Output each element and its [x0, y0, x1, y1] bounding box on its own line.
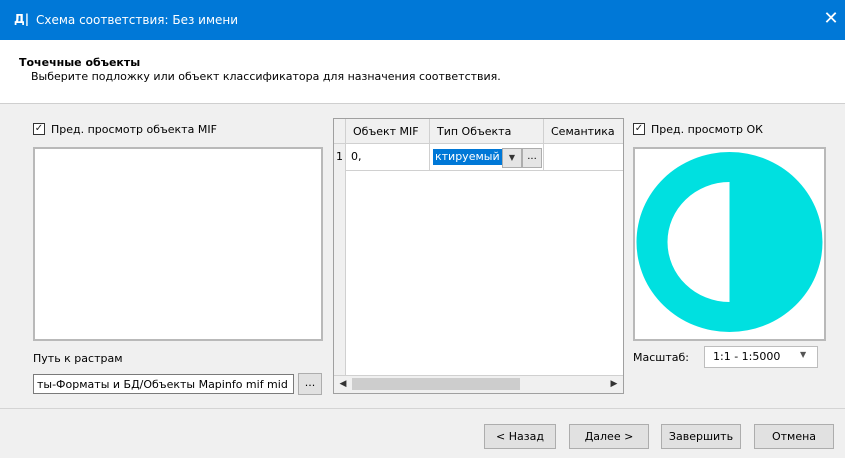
scroll-left-icon[interactable]: ◀ [336, 377, 350, 391]
close-icon[interactable]: ✕ [820, 7, 842, 31]
column-header-mif-object[interactable]: Объект MIF [346, 119, 430, 144]
scroll-right-icon[interactable]: ▶ [607, 377, 621, 391]
page-subtitle: Выберите подложку или объект классификат… [31, 70, 501, 83]
app-icon: Д| [14, 12, 30, 26]
window-title: Схема соответствия: Без имени [36, 13, 239, 27]
chevron-down-icon[interactable]: ▼ [800, 350, 806, 359]
back-button[interactable]: < Назад [484, 424, 556, 449]
dialog-window: Д| Схема соответствия: Без имени ✕ Точеч… [0, 0, 845, 458]
grid-corner [334, 119, 346, 144]
raster-path-input[interactable]: ты-Форматы и БД/Объекты Mapinfo mif mid [33, 374, 294, 394]
page-title: Точечные объекты [19, 56, 141, 69]
mif-preview-area [33, 147, 323, 341]
scale-label: Масштаб: [633, 351, 689, 364]
next-button[interactable]: Далее > [569, 424, 649, 449]
ok-preview-area [633, 147, 826, 341]
grid-cell-semantics[interactable] [544, 144, 623, 171]
cancel-button[interactable]: Отмена [754, 424, 834, 449]
combo-browse-button[interactable]: ... [522, 148, 542, 168]
raster-path-label: Путь к растрам [33, 352, 123, 365]
footer-divider [0, 408, 845, 409]
column-header-semantics[interactable]: Семантика [544, 119, 623, 144]
combo-dropdown-button[interactable]: ▼ [502, 148, 522, 168]
row-header-column [334, 144, 346, 375]
scrollbar-thumb[interactable] [352, 378, 520, 390]
row-number: 1 [336, 150, 343, 163]
mif-preview-checkbox[interactable]: ✓ [33, 123, 45, 135]
object-type-selected-text[interactable]: ктируемый [433, 149, 502, 165]
finish-button[interactable]: Завершить [661, 424, 741, 449]
mif-object-value: 0, [351, 150, 362, 163]
point-symbol-icon [636, 152, 823, 332]
ok-preview-label: Пред. просмотр ОК [651, 123, 763, 136]
column-header-object-type[interactable]: Тип Объекта [430, 119, 544, 144]
browse-path-button[interactable]: ... [298, 373, 322, 395]
mif-preview-label: Пред. просмотр объекта MIF [51, 123, 217, 136]
ok-preview-checkbox[interactable]: ✓ [633, 123, 645, 135]
